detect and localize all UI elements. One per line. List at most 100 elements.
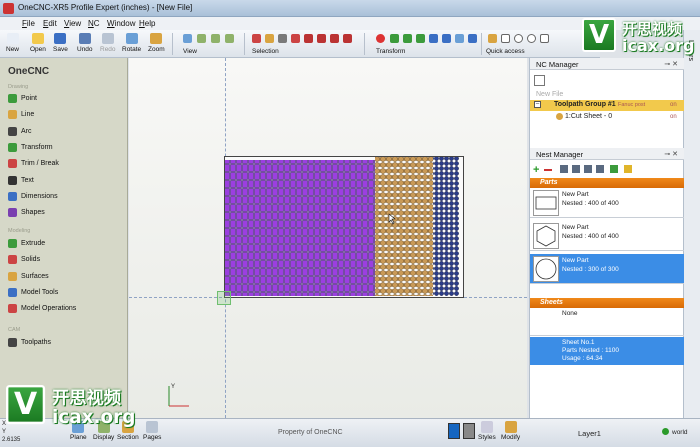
run-nest-icon[interactable] xyxy=(610,165,618,173)
collapse-icon[interactable]: – xyxy=(534,101,541,108)
sheet-row-selected[interactable]: Sheet No.1 Parts Nested : 1100 Usage : 6… xyxy=(530,337,684,365)
menu-edit[interactable]: Edit xyxy=(43,19,57,28)
tool-item-point[interactable]: Point xyxy=(8,94,37,106)
nc-manager-title: NC Manager xyxy=(536,60,579,69)
graphics-canvas[interactable]: Y xyxy=(129,58,527,418)
quick-circle-icon[interactable] xyxy=(514,34,523,43)
tool-item-transform[interactable]: Transform xyxy=(8,142,53,155)
toolbar-button-open[interactable]: Open xyxy=(30,33,46,53)
select-grid-icon[interactable] xyxy=(317,34,326,43)
tool-item-label: Model Tools xyxy=(21,288,59,296)
rotate-item-icon[interactable] xyxy=(416,34,425,43)
toolbar-button-save[interactable]: Save xyxy=(53,33,68,53)
toolpath-group-machine: Fanuc post xyxy=(618,102,646,108)
quick-point-icon[interactable] xyxy=(527,34,536,43)
tool-item-trim-break[interactable]: Trim / Break xyxy=(8,159,59,171)
window-title: OneCNC-XR5 Profile Expert (inches) - [Ne… xyxy=(18,3,193,12)
circle-parts-region xyxy=(433,157,459,296)
cancel-icon[interactable] xyxy=(376,34,385,43)
layer-name[interactable]: Layer1 xyxy=(578,429,601,438)
nest-tool-icon[interactable] xyxy=(584,165,592,173)
save-icon xyxy=(54,33,67,44)
world-status-icon xyxy=(662,428,669,435)
arc-icon xyxy=(8,126,17,136)
select-window-icon[interactable] xyxy=(278,34,287,43)
origin-marker-icon xyxy=(217,291,231,305)
tool-item-line[interactable]: Line xyxy=(8,110,34,122)
tool-item-dimensions[interactable]: Dimensions xyxy=(8,191,58,204)
toolpaths-icon xyxy=(8,338,17,347)
toolpath-group-row[interactable]: – Toolpath Group #1 Fanuc post on xyxy=(530,100,684,111)
trim-icon xyxy=(8,159,17,169)
tool-item-solids[interactable]: Solids xyxy=(8,255,40,267)
offset-icon[interactable] xyxy=(468,34,477,43)
view-group-label: View xyxy=(183,48,197,55)
tool-item-surfaces[interactable]: Surfaces xyxy=(8,271,49,284)
zoom-out-icon[interactable] xyxy=(211,34,220,43)
array-icon[interactable] xyxy=(455,34,464,43)
info-icon[interactable] xyxy=(624,165,632,173)
select-grid-icon[interactable] xyxy=(343,34,352,43)
select-solid-icon[interactable] xyxy=(291,34,300,43)
view-fit-icon[interactable] xyxy=(183,34,192,43)
remove-part-icon[interactable] xyxy=(544,169,552,171)
part-nested-count: Nested : 400 of 400 xyxy=(562,233,619,240)
tool-item-model-operations[interactable]: Model Operations xyxy=(8,304,76,316)
select-chain-icon[interactable] xyxy=(265,34,274,43)
sheet-none-row[interactable]: None xyxy=(530,308,684,336)
pin-icon[interactable]: ⊸ ✕ xyxy=(664,150,678,158)
toolbar-button-redo[interactable]: Redo xyxy=(100,33,116,53)
tool-item-toolpaths[interactable]: Toolpaths xyxy=(8,338,51,350)
tool-item-arc[interactable]: Arc xyxy=(8,126,32,139)
menu-nc[interactable]: NC xyxy=(88,19,100,28)
select-grid-icon[interactable] xyxy=(330,34,339,43)
tool-item-label: Surfaces xyxy=(21,272,49,280)
toolbar-button-label: New xyxy=(6,46,20,53)
model-operations-icon xyxy=(8,304,17,314)
part-row[interactable]: New Part Nested : 400 of 400 xyxy=(530,188,684,218)
tool-item-label: Dimensions xyxy=(21,192,58,200)
part-row[interactable]: New Part Nested : 400 of 400 xyxy=(530,221,684,251)
mirror-icon[interactable] xyxy=(429,34,438,43)
scale-icon[interactable] xyxy=(442,34,451,43)
tool-item-label: Shapes xyxy=(21,209,45,217)
select-icon[interactable] xyxy=(252,34,261,43)
move-icon[interactable] xyxy=(390,34,399,43)
quick-rect-icon[interactable] xyxy=(501,34,510,43)
menu-help[interactable]: Help xyxy=(139,19,155,28)
add-part-icon[interactable]: + xyxy=(533,164,539,176)
menu-window[interactable]: Window xyxy=(107,19,135,28)
section-modeling: Modeling xyxy=(8,228,31,234)
tool-item-extrude[interactable]: Extrude xyxy=(8,239,45,251)
modify-button[interactable]: Modify xyxy=(501,421,520,441)
cut-sheet-row[interactable]: 1:Cut Sheet - 0 on xyxy=(530,112,684,122)
toolbar-button-new[interactable]: New xyxy=(6,33,19,53)
quick-arc-icon[interactable] xyxy=(540,34,549,43)
tool-item-model-tools[interactable]: Model Tools xyxy=(8,287,59,300)
selection-group-label: Selection xyxy=(252,48,279,55)
line-style-icon[interactable] xyxy=(463,423,475,439)
color-swatch-icon[interactable] xyxy=(448,423,460,439)
zoom-in-icon[interactable] xyxy=(197,34,206,43)
nc-new-icon[interactable] xyxy=(534,75,545,86)
select-grid-icon[interactable] xyxy=(304,34,313,43)
part-row[interactable]: New Part Nested : 300 of 300 xyxy=(530,254,684,284)
styles-button[interactable]: Styles xyxy=(478,421,496,441)
nest-tool-icon[interactable] xyxy=(560,165,568,173)
nest-sheet[interactable] xyxy=(224,156,464,298)
tool-item-text[interactable]: Text xyxy=(8,175,34,188)
nest-tool-icon[interactable] xyxy=(596,165,604,173)
toolbar-button-zoom[interactable]: Zoom xyxy=(148,33,165,53)
menu-view[interactable]: View xyxy=(64,19,81,28)
pin-icon[interactable]: ⊸ ✕ xyxy=(664,60,678,68)
dimensions-icon xyxy=(8,191,17,201)
toolbar-button-undo[interactable]: Undo xyxy=(77,33,93,53)
watermark-top-right: V 开思视频 icax.org xyxy=(582,18,695,56)
nest-tool-icon[interactable] xyxy=(572,165,580,173)
copy-icon[interactable] xyxy=(403,34,412,43)
toolbar-button-rotate[interactable]: Rotate xyxy=(122,33,141,53)
menu-file[interactable]: File xyxy=(22,19,35,28)
tool-item-shapes[interactable]: Shapes xyxy=(8,208,45,220)
quick-line-icon[interactable] xyxy=(488,34,497,43)
zoom-window-icon[interactable] xyxy=(225,34,234,43)
